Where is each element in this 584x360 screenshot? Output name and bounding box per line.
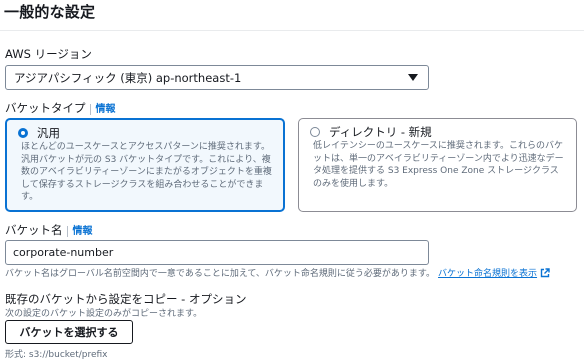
caret-down-icon — [408, 74, 418, 81]
copy-settings-title: 既存のバケットから設定をコピー - オプション — [5, 292, 247, 306]
choose-bucket-button[interactable]: バケットを選択する — [5, 320, 133, 344]
section-title: 一般的な設定 — [4, 3, 96, 21]
region-select[interactable]: アジアパシフィック (東京) ap-northeast-1 — [5, 65, 429, 90]
bucket-type-label-text: バケットタイプ — [5, 101, 86, 115]
bucket-type-general-tile[interactable]: 汎用 ほとんどのユースケースとアクセスパターンに推奨されます。汎用バケットが元の… — [5, 118, 285, 212]
bucket-type-directory-tile[interactable]: ディレクトリ - 新規 低レイテンシーのユースケースに推奨されます。これらのバケ… — [298, 118, 577, 212]
external-link-icon[interactable] — [540, 268, 550, 281]
naming-rules-link[interactable]: バケット命名規則を表示 — [438, 269, 537, 279]
bucket-name-hint: バケット名はグローバル名前空間内で一意であることに加えて、バケット命名規則に従う… — [5, 266, 550, 281]
general-radio[interactable] — [18, 128, 28, 138]
bucket-name-info-link[interactable]: 情報 — [66, 226, 93, 237]
general-title: 汎用 — [37, 126, 60, 140]
directory-description: 低レイテンシーのユースケースに推奨されます。これらのバケットは、単一のアベイラビ… — [313, 141, 564, 189]
directory-title: ディレクトリ - 新規 — [329, 125, 432, 139]
region-value: アジアパシフィック (東京) ap-northeast-1 — [14, 70, 242, 85]
bucket-name-hint-text: バケット名はグローバル名前空間内で一意であることに加えて、バケット命名規則に従う… — [5, 269, 436, 279]
section-divider — [0, 30, 584, 31]
copy-settings-description: 次の設定のバケット設定のみがコピーされます。 — [5, 309, 203, 319]
bucket-type-info-link[interactable]: 情報 — [89, 104, 116, 115]
bucket-name-input[interactable] — [5, 240, 429, 265]
format-hint: 形式: s3://bucket/prefix — [5, 350, 108, 360]
region-label: AWS リージョン — [5, 47, 92, 61]
directory-radio[interactable] — [310, 127, 320, 137]
bucket-name-label: バケット名 情報 — [5, 222, 93, 238]
bucket-name-label-text: バケット名 — [5, 223, 63, 237]
bucket-type-label: バケットタイプ 情報 — [5, 100, 116, 116]
general-description: ほとんどのユースケースとアクセスパターンに推奨されます。汎用バケットが元の S3… — [21, 142, 272, 202]
